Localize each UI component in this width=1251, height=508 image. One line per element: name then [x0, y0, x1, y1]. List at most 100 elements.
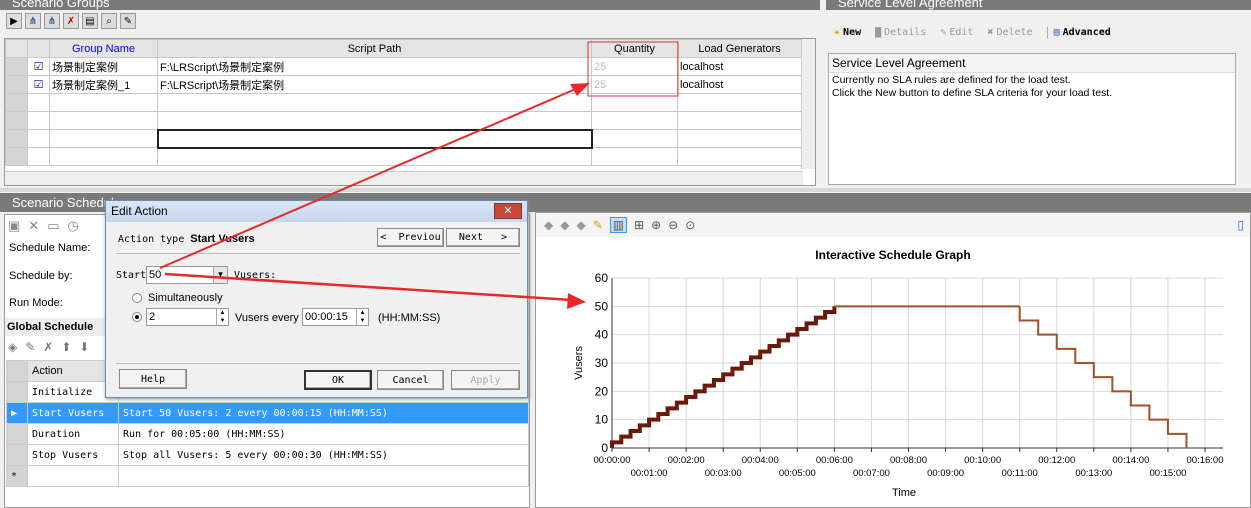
table-row[interactable]: ☑ 场景制定案例 F:\LRScript\场景制定案例 25 localhost: [5, 57, 802, 76]
action-name[interactable]: Stop Vusers: [27, 444, 119, 466]
next-label: Next: [458, 232, 483, 243]
spinner-icon[interactable]: ▲ ▼: [356, 309, 368, 325]
x-tick-label: 00:13:00: [1075, 468, 1112, 479]
zoom-out-icon[interactable]: ⊖: [668, 218, 678, 232]
empty-row[interactable]: [5, 128, 802, 149]
vusers-every-label: Vusers every: [235, 312, 299, 324]
ok-button[interactable]: OK: [304, 370, 372, 390]
horizontal-scrollbar[interactable]: [5, 171, 803, 185]
close-icon: ✕: [503, 205, 513, 217]
schedule-row[interactable]: Duration Run for 00:05:00 (HH:MM:SS): [6, 423, 529, 445]
groups-grid: Group Name Script Path Quantity Load Gen…: [4, 38, 816, 186]
delete-schedule-icon[interactable]: ✕: [28, 218, 39, 234]
empty-row[interactable]: [5, 93, 802, 112]
schedule-chart: Interactive Schedule Graph 00:00:0000:01:…: [573, 248, 1224, 499]
load-generator[interactable]: localhost: [677, 57, 802, 76]
play-icon[interactable]: ▶: [6, 13, 22, 29]
start-vusers-combo[interactable]: 50 ▼: [146, 266, 228, 284]
chart-title: Interactive Schedule Graph: [815, 248, 970, 262]
scenario-groups-header: Scenario Groups: [0, 0, 820, 10]
group-name[interactable]: 场景制定案例: [49, 57, 158, 76]
delete-action-icon[interactable]: ✗: [43, 340, 53, 354]
x-tick-label: 00:14:00: [1112, 455, 1149, 466]
stop-vusers-line: [1018, 306, 1188, 448]
schedule-row[interactable]: ▶ Start Vusers Start 50 Vusers: 2 every 00…: [6, 402, 529, 424]
schedule-by-label: Schedule by:: [9, 270, 73, 282]
graph-view-icon[interactable]: ▥: [609, 217, 628, 233]
new-schedule-icon[interactable]: ▣: [8, 218, 20, 234]
action-properties[interactable]: Stop all Vusers: 5 every 00:00:30 (HH:MM…: [118, 444, 529, 466]
script-path[interactable]: F:\LRScript\场景制定案例: [157, 75, 592, 94]
enable-checkbox[interactable]: ☑: [27, 75, 50, 94]
zoom-in-icon[interactable]: ⊕: [651, 218, 661, 232]
y-tick-label: 20: [595, 384, 609, 398]
sla-details-button[interactable]: ▇ Details: [875, 27, 926, 38]
cancel-button[interactable]: Cancel: [377, 370, 444, 390]
action-properties[interactable]: Start 50 Vusers: 2 every 00:00:15 (HH:MM…: [118, 402, 529, 424]
legend-toggle-icon[interactable]: ▯: [1237, 218, 1244, 232]
graph-tool-icon[interactable]: ◆: [544, 218, 553, 232]
group-name[interactable]: 场景制定案例_1: [49, 75, 158, 94]
quantity[interactable]: 25: [591, 75, 678, 94]
col-script-path[interactable]: Script Path: [157, 39, 592, 58]
previous-label: Previou: [398, 232, 441, 243]
add-vusers-icon[interactable]: ⋔: [44, 13, 60, 29]
action-name[interactable]: Duration: [27, 423, 119, 445]
col-load-generators[interactable]: Load Generators: [677, 39, 802, 58]
sla-edit-button[interactable]: ✎ Edit: [940, 27, 973, 38]
help-label: Help: [140, 373, 166, 385]
empty-row[interactable]: [5, 111, 802, 130]
run-mode-label: Run Mode:: [9, 297, 63, 309]
spinner-icon[interactable]: ▲ ▼: [216, 309, 228, 325]
enable-checkbox[interactable]: ☑: [27, 57, 50, 76]
sla-delete-button[interactable]: ✖ Delete: [987, 27, 1032, 38]
previous-button[interactable]: < Previou: [377, 228, 444, 247]
empty-row[interactable]: [5, 147, 802, 166]
help-button[interactable]: Help: [119, 369, 187, 389]
col-group-name[interactable]: Group Name: [49, 39, 158, 58]
vusers-icon[interactable]: ⋔: [25, 13, 41, 29]
pencil-icon[interactable]: ✎: [593, 218, 603, 232]
load-generator[interactable]: localhost: [677, 75, 802, 94]
graph-tool-icon[interactable]: ◆: [560, 218, 569, 232]
add-action-icon[interactable]: ◈: [8, 340, 17, 354]
sla-new-button[interactable]: ✷ New: [834, 27, 861, 38]
action-properties[interactable]: Run for 00:05:00 (HH:MM:SS): [118, 423, 529, 445]
chevron-down-icon[interactable]: ▼: [213, 267, 227, 283]
details-icon[interactable]: ▤: [82, 13, 98, 29]
action-name[interactable]: Start Vusers: [27, 402, 119, 424]
y-tick-label: 40: [595, 328, 609, 342]
close-button[interactable]: ✕: [494, 203, 522, 219]
fit-icon[interactable]: ⊞: [634, 218, 644, 232]
sla-header: Service Level Agreement: [826, 0, 1251, 10]
new-row[interactable]: *: [6, 465, 529, 487]
vusers-count-spinner[interactable]: 2 ▲ ▼: [146, 308, 229, 326]
x-tick-label: 00:09:00: [927, 468, 964, 479]
gradual-radio[interactable]: [132, 312, 142, 322]
y-tick-label: 0: [601, 441, 608, 455]
advanced-icon: ▤: [1053, 27, 1060, 38]
schedule-row[interactable]: Stop Vusers Stop all Vusers: 5 every 00:0…: [6, 444, 529, 466]
script-path[interactable]: F:\LRScript\场景制定案例: [157, 57, 592, 76]
table-row[interactable]: ☑ 场景制定案例_1 F:\LRScript\场景制定案例 25 localhost: [5, 75, 802, 94]
vertical-scrollbar[interactable]: [801, 39, 815, 169]
view-script-icon[interactable]: ⌕: [101, 13, 117, 29]
zoom-reset-icon[interactable]: ⊙: [685, 218, 695, 232]
edit-action-icon[interactable]: ✎: [25, 340, 35, 354]
simultaneously-radio[interactable]: Simultaneously: [132, 292, 223, 304]
quantity[interactable]: 25: [591, 57, 678, 76]
move-down-icon[interactable]: ⬇: [79, 340, 89, 354]
col-quantity[interactable]: Quantity: [591, 39, 678, 58]
clock-icon[interactable]: ◷: [68, 218, 79, 234]
edit-icon[interactable]: ✎: [120, 13, 136, 29]
move-up-icon[interactable]: ⬆: [61, 340, 71, 354]
apply-button[interactable]: Apply: [451, 370, 520, 390]
sla-advanced-button[interactable]: ▤ Advanced: [1046, 27, 1111, 38]
dialog-titlebar: Edit Action: [106, 201, 527, 222]
next-button[interactable]: Next >: [446, 228, 520, 247]
rename-icon[interactable]: ▭: [47, 218, 59, 234]
remove-vusers-icon[interactable]: ✗: [63, 13, 79, 29]
interval-spinner[interactable]: 00:00:15 ▲ ▼: [302, 308, 369, 326]
x-tick-label: 00:16:00: [1187, 455, 1224, 466]
graph-tool-icon[interactable]: ◆: [576, 218, 585, 232]
